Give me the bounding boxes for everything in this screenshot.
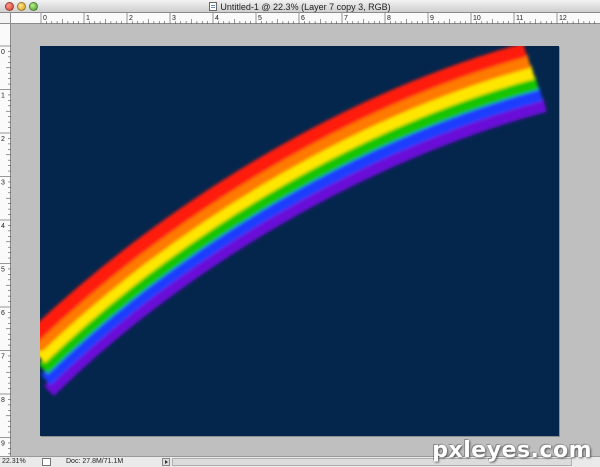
rainbow-artwork [40,46,547,396]
document-size: Doc: 27.8M/71.1M [66,458,124,465]
horizontal-ruler-label: 10 [473,15,481,22]
horizontal-ruler-label: 4 [215,15,219,22]
horizontal-ruler-label: 3 [172,15,176,22]
watermark-logo: pxleyes.com [432,438,592,463]
vertical-ruler-label: 7 [1,354,5,361]
document-proxy-icon[interactable] [209,2,218,11]
vertical-ruler-label: 6 [1,310,5,317]
zoom-level-field[interactable]: 22.31% [2,458,38,466]
vertical-ruler[interactable]: 0 1 2 3 4 5 6 7 8 9 [0,24,11,456]
status-info-icon[interactable] [42,458,51,466]
horizontal-ruler-label: 7 [344,15,348,22]
vertical-ruler-label: 8 [1,397,5,404]
horizontal-ruler-label: 8 [387,15,391,22]
horizontal-ruler-label: 5 [258,15,262,22]
ruler-origin[interactable] [0,13,11,24]
vertical-ruler-label: 5 [1,267,5,274]
horizontal-ruler[interactable]: 0 1 2 3 4 5 6 7 8 9 10 11 12 [11,13,600,24]
horizontal-ruler-label: 1 [86,15,90,22]
window-titlebar: Untitled-1 @ 22.3% (Layer 7 copy 3, RGB) [0,0,600,13]
vertical-ruler-label: 2 [1,136,5,143]
horizontal-ruler-label: 2 [129,15,133,22]
window-title-area: Untitled-1 @ 22.3% (Layer 7 copy 3, RGB) [0,0,600,13]
document-canvas[interactable] [40,46,559,436]
vertical-ruler-label: 3 [1,180,5,187]
horizontal-ruler-label: 11 [516,15,523,22]
canvas-area[interactable] [11,24,600,456]
vertical-ruler-ticks: 0 1 2 3 4 5 6 7 8 9 [0,45,11,455]
horizontal-ruler-label: 9 [430,15,434,22]
vertical-ruler-label: 4 [1,223,5,230]
horizontal-ruler-label: 6 [301,15,305,22]
window-title: Untitled-1 @ 22.3% (Layer 7 copy 3, RGB) [220,1,391,12]
horizontal-ruler-label: 0 [43,15,47,22]
vertical-ruler-label: 0 [1,49,5,56]
horizontal-ruler-ticks: 0 1 2 3 4 5 6 7 8 9 10 11 12 [40,13,595,24]
vertical-ruler-label: 1 [1,93,5,100]
vertical-ruler-label: 9 [1,441,5,448]
horizontal-ruler-label: 12 [559,15,567,22]
status-menu-arrow-icon[interactable] [162,458,170,466]
